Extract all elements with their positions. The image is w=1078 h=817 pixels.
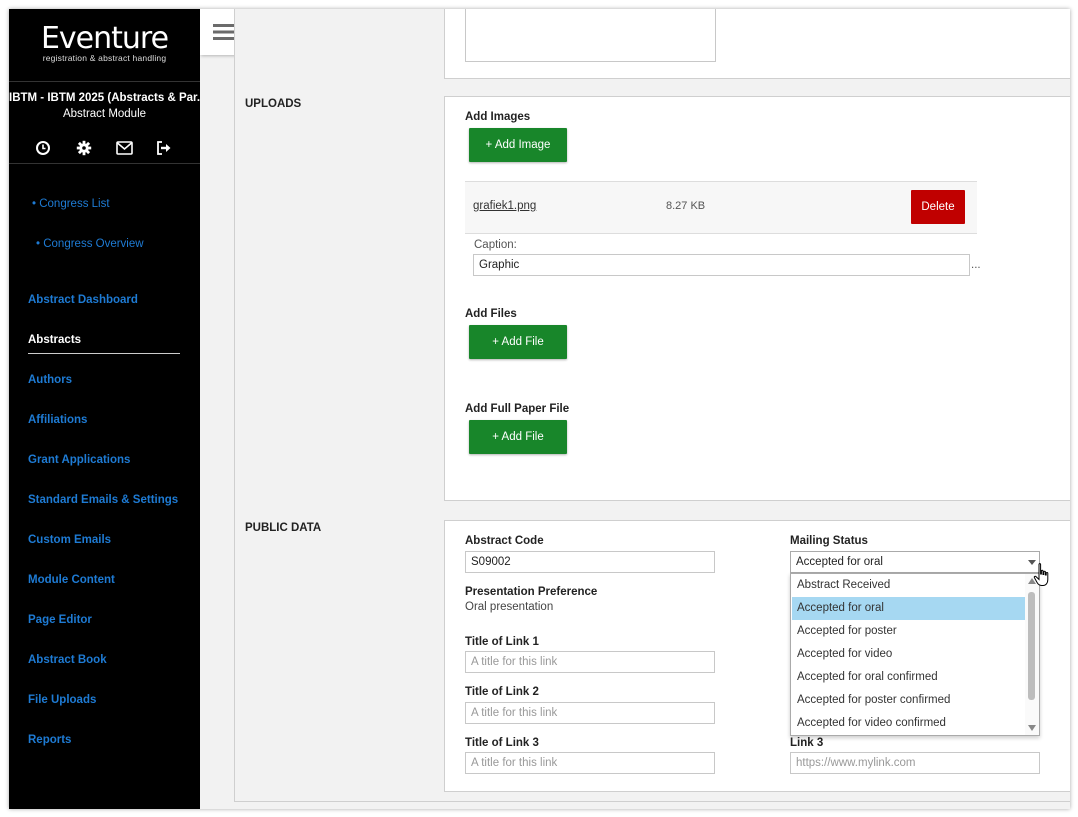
title-link3-input[interactable] <box>465 752 715 774</box>
sidebar: Eventure registration & abstract handlin… <box>9 9 200 809</box>
title-link1-input[interactable] <box>465 651 715 673</box>
hand-cursor-icon <box>1033 563 1049 586</box>
nav-authors[interactable]: Authors <box>28 374 72 386</box>
option-accepted-for-oral-confirmed[interactable]: Accepted for oral confirmed <box>792 666 1025 689</box>
title-link1-label: Title of Link 1 <box>465 636 539 648</box>
add-images-label: Add Images <box>465 111 531 123</box>
mailing-status-label: Mailing Status <box>790 535 868 547</box>
mailing-status-selected: Accepted for oral <box>796 556 883 568</box>
caption-input[interactable] <box>473 254 970 276</box>
nav-standard-emails-settings[interactable]: Standard Emails & Settings <box>28 494 178 506</box>
nav-abstracts[interactable]: Abstracts <box>28 334 81 346</box>
scrollbar-thumb[interactable] <box>1028 592 1035 700</box>
congress-title: IBTM - IBTM 2025 (Abstracts & Par... <box>9 92 200 104</box>
link3-input[interactable] <box>790 752 1040 774</box>
option-accepted-for-poster-confirmed[interactable]: Accepted for poster confirmed <box>792 689 1025 712</box>
nav-abstract-dashboard[interactable]: Abstract Dashboard <box>28 294 138 306</box>
mail-icon[interactable] <box>114 138 134 158</box>
uploads-section-label: UPLOADS <box>245 98 302 110</box>
presentation-preference-label: Presentation Preference <box>465 586 598 598</box>
caption-ellipsis: ... <box>971 259 981 271</box>
title-link2-input[interactable] <box>465 702 715 724</box>
title-link3-label: Title of Link 3 <box>465 737 539 749</box>
add-full-paper-button[interactable]: + Add File <box>469 420 567 454</box>
nav-file-uploads[interactable]: File Uploads <box>28 694 96 706</box>
sidebar-icon-bar <box>9 138 200 158</box>
option-accepted-for-video-confirmed[interactable]: Accepted for video confirmed <box>792 712 1025 735</box>
public-data-section-label: PUBLIC DATA <box>245 522 322 534</box>
caption-label: Caption: <box>474 239 517 251</box>
abstract-code-input[interactable] <box>465 551 715 573</box>
logout-icon[interactable] <box>154 138 174 158</box>
add-full-paper-label: Add Full Paper File <box>465 403 570 415</box>
uploaded-file-size: 8.27 KB <box>666 200 706 212</box>
nav-reports[interactable]: Reports <box>28 734 71 746</box>
option-accepted-for-oral[interactable]: Accepted for oral <box>792 597 1025 620</box>
title-link2-label: Title of Link 2 <box>465 686 539 698</box>
uploaded-file-row: grafiek1.png 8.27 KB Delete <box>465 181 977 234</box>
add-files-label: Add Files <box>465 308 517 320</box>
sidebar-divider <box>9 163 200 164</box>
clock-icon[interactable] <box>33 138 53 158</box>
module-name: Abstract Module <box>62 108 147 120</box>
mailing-status-options: Abstract Received Accepted for oral Acce… <box>790 573 1040 736</box>
nav-affiliations[interactable]: Affiliations <box>28 414 87 426</box>
presentation-preference-value: Oral presentation <box>465 601 554 613</box>
nav-custom-emails[interactable]: Custom Emails <box>28 534 111 546</box>
add-image-button[interactable]: + Add Image <box>469 128 567 162</box>
nav-grant-applications[interactable]: Grant Applications <box>28 454 130 466</box>
active-nav-underline <box>28 353 180 354</box>
brand-name: Eventure <box>40 21 169 56</box>
option-accepted-for-poster[interactable]: Accepted for poster <box>792 620 1025 643</box>
delete-file-button[interactable]: Delete <box>911 190 965 224</box>
app-window: Eventure registration & abstract handlin… <box>9 9 1070 809</box>
nav-abstract-book[interactable]: Abstract Book <box>28 654 107 666</box>
gear-icon[interactable] <box>74 138 94 158</box>
nav-module-content[interactable]: Module Content <box>28 574 115 586</box>
brand-logo[interactable]: Eventure registration & abstract handlin… <box>9 21 200 64</box>
previous-section-panel <box>444 9 1070 79</box>
mailing-status-select[interactable]: Accepted for oral <box>790 551 1040 573</box>
nav-page-editor[interactable]: Page Editor <box>28 614 92 626</box>
uploaded-file-link[interactable]: grafiek1.png <box>473 200 536 212</box>
sidebar-divider <box>9 81 200 82</box>
abstract-code-label: Abstract Code <box>465 535 544 547</box>
dropdown-scrollbar[interactable] <box>1025 574 1039 735</box>
brand-tagline: registration & abstract handling <box>42 53 167 63</box>
nav-congress-list[interactable]: • Congress List <box>32 198 110 210</box>
option-abstract-received[interactable]: Abstract Received <box>792 574 1025 597</box>
add-file-button[interactable]: + Add File <box>469 325 567 359</box>
nav-congress-overview[interactable]: • Congress Overview <box>36 238 144 250</box>
text-area[interactable] <box>465 9 716 62</box>
link3-label: Link 3 <box>790 737 824 749</box>
option-accepted-for-video[interactable]: Accepted for video <box>792 643 1025 666</box>
scroll-down-icon[interactable] <box>1028 725 1036 731</box>
